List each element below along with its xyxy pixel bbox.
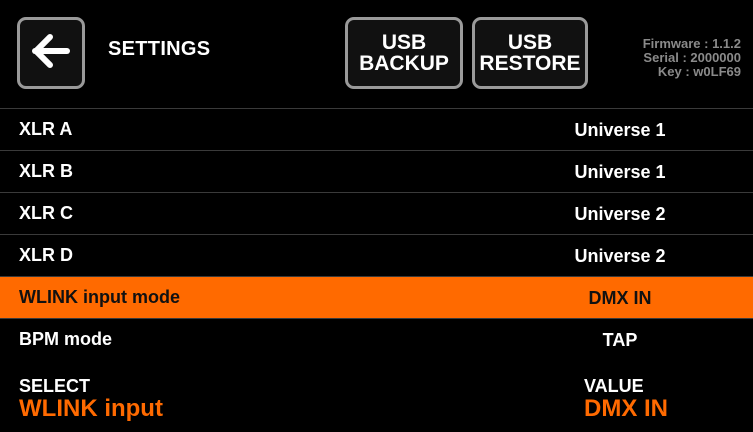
usb-restore-line1: USB xyxy=(507,31,553,54)
setting-value: Universe 1 xyxy=(574,120,666,140)
setting-label: BPM mode xyxy=(19,329,113,349)
header-bar: SETTINGS USB BACKUP USB RESTORE Firmware… xyxy=(0,0,753,108)
setting-label: XLR D xyxy=(19,245,73,265)
page-title: SETTINGS xyxy=(108,38,211,60)
setting-row-wlink-input-mode[interactable]: WLINK input mode DMX IN xyxy=(0,276,753,318)
setting-row-bpm-mode[interactable]: BPM mode TAP xyxy=(0,318,753,360)
value-caption: VALUE xyxy=(584,376,644,396)
select-caption: SELECT xyxy=(19,376,91,396)
setting-label: XLR B xyxy=(19,161,73,181)
setting-row-xlr-b[interactable]: XLR B Universe 1 xyxy=(0,150,753,192)
selected-value: DMX IN xyxy=(584,395,668,422)
settings-list: XLR A Universe 1 XLR B Universe 1 XLR C … xyxy=(0,108,753,360)
arrow-left-icon xyxy=(31,33,71,74)
usb-backup-button[interactable]: USB BACKUP xyxy=(345,17,463,89)
usb-restore-line2: RESTORE xyxy=(479,52,581,75)
setting-value: DMX IN xyxy=(588,288,652,308)
setting-row-xlr-d[interactable]: XLR D Universe 2 xyxy=(0,234,753,276)
setting-label: XLR C xyxy=(19,203,73,223)
back-button[interactable] xyxy=(17,17,85,89)
serial-number: Serial : 2000000 xyxy=(643,50,741,65)
setting-value: Universe 1 xyxy=(574,162,666,182)
setting-label: XLR A xyxy=(19,119,73,139)
usb-backup-line1: USB xyxy=(381,31,427,54)
selected-setting: WLINK input xyxy=(19,395,163,422)
setting-value: TAP xyxy=(602,330,638,350)
device-key: Key : w0LF69 xyxy=(657,64,741,79)
setting-row-xlr-c[interactable]: XLR C Universe 2 xyxy=(0,192,753,234)
status-footer: SELECT WLINK input VALUE DMX IN xyxy=(0,362,753,432)
setting-label: WLINK input mode xyxy=(19,287,180,307)
firmware-version: Firmware : 1.1.2 xyxy=(642,36,741,51)
setting-row-xlr-a[interactable]: XLR A Universe 1 xyxy=(0,108,753,150)
setting-value: Universe 2 xyxy=(574,204,666,224)
setting-value: Universe 2 xyxy=(574,246,666,266)
device-info: Firmware : 1.1.2 Serial : 2000000 Key : … xyxy=(591,37,741,79)
usb-backup-line2: BACKUP xyxy=(359,52,449,75)
usb-restore-button[interactable]: USB RESTORE xyxy=(472,17,588,89)
